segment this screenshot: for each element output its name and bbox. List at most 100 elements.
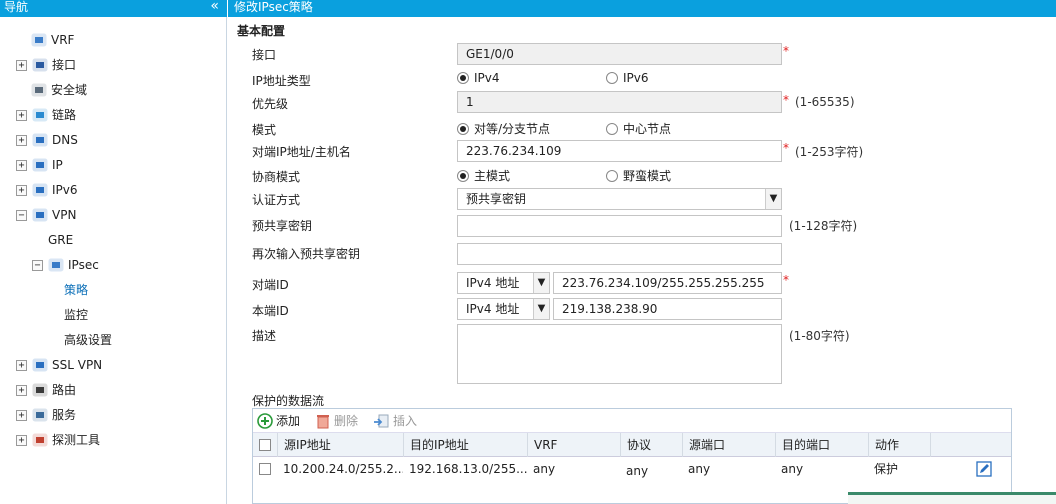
local-id-type-select[interactable]: IPv4 地址 ▼: [457, 298, 550, 320]
column-header[interactable]: 目的IP地址: [403, 433, 527, 457]
sidebar-item-label: 接口: [52, 58, 77, 72]
column-header[interactable]: 动作: [868, 433, 930, 457]
interface-label: 接口: [252, 48, 277, 62]
row-checkbox[interactable]: [253, 457, 277, 481]
local-id-label: 本端ID: [252, 304, 289, 318]
navigation-panel: 导航 « VRF + 接口 安全域 + 链路 + DNS + IP + IPv6− VPN GRE − IPs…: [0, 0, 227, 504]
sidebar-item-label: 链路: [52, 108, 77, 122]
sidebar-item-3[interactable]: + 链路: [16, 104, 76, 126]
radio-icon: [606, 169, 618, 182]
expand-icon[interactable]: +: [16, 59, 27, 71]
expand-icon[interactable]: +: [16, 184, 27, 196]
sidebar-item-8[interactable]: GRE: [48, 229, 73, 251]
required-mark: *: [783, 93, 789, 107]
auth-select[interactable]: 预共享密钥 ▼: [457, 188, 782, 210]
expand-icon[interactable]: +: [16, 434, 27, 446]
auth-label: 认证方式: [252, 193, 301, 207]
psk-input[interactable]: [457, 215, 782, 237]
sidebar-item-6[interactable]: + IPv6: [16, 179, 78, 201]
collapse-icon[interactable]: «: [210, 0, 219, 14]
sidebar-item-9[interactable]: − IPsec: [32, 254, 99, 276]
ipv4-radio[interactable]: IPv4: [457, 71, 500, 85]
aggressive-mode-radio-label: 野蛮模式: [623, 169, 672, 183]
expand-icon[interactable]: +: [16, 409, 27, 421]
page-title: 修改IPsec策略: [228, 0, 1056, 17]
trash-icon: [317, 414, 329, 428]
protected-flows-table: 添加 删除 插入 源IP地址 目的IP地址 VRF 协议 源端口 目的端口 动作…: [252, 408, 1012, 504]
add-button[interactable]: 添加: [257, 412, 300, 429]
chevron-down-icon[interactable]: ▼: [533, 299, 549, 319]
peer-address-hint: (1-253字符): [795, 145, 864, 159]
collapse-node-icon[interactable]: −: [16, 209, 27, 221]
collapse-node-icon[interactable]: −: [32, 259, 43, 271]
column-header[interactable]: 目的端口: [775, 433, 868, 457]
dns-icon: [32, 132, 49, 148]
expand-icon[interactable]: +: [16, 159, 27, 171]
column-header[interactable]: 协议: [620, 433, 682, 457]
sidebar-item-11[interactable]: 监控: [64, 304, 88, 326]
vpn-icon: [32, 207, 49, 223]
peer-id-type-select[interactable]: IPv4 地址 ▼: [457, 272, 550, 294]
checkbox-icon: [259, 463, 271, 475]
add-button-label: 添加: [276, 414, 301, 428]
expand-icon[interactable]: +: [16, 359, 27, 371]
description-textarea[interactable]: [457, 324, 782, 384]
local-id-input[interactable]: 219.138.238.90: [553, 298, 782, 320]
column-header[interactable]: VRF: [527, 433, 620, 457]
sidebar-item-15[interactable]: + 服务: [16, 404, 76, 426]
insert-button[interactable]: 插入: [373, 412, 417, 429]
column-header[interactable]: 源IP地址: [277, 433, 403, 457]
expand-icon[interactable]: +: [16, 109, 27, 121]
column-header[interactable]: 源端口: [682, 433, 775, 457]
nav-header: 导航 «: [0, 0, 227, 17]
sidebar-item-7[interactable]: − VPN: [16, 204, 76, 226]
insert-button-label: 插入: [393, 414, 418, 428]
ipv6-radio[interactable]: IPv6: [606, 71, 649, 85]
peer-id-label: 对端ID: [252, 278, 289, 292]
sidebar-item-13[interactable]: + SSL VPN: [16, 354, 102, 376]
auth-select-value: 预共享密钥: [466, 192, 527, 206]
description-hint: (1-80字符): [789, 329, 850, 343]
sidebar-item-label: VPN: [52, 208, 77, 222]
peer-id-input[interactable]: 223.76.234.109/255.255.255.255: [553, 272, 782, 294]
sidebar-item-label: DNS: [52, 133, 78, 147]
required-mark: *: [783, 44, 789, 58]
peer-branch-radio-label: 对等/分支节点: [474, 122, 551, 136]
center-node-radio[interactable]: 中心节点: [606, 120, 671, 137]
sidebar-item-12[interactable]: 高级设置: [64, 329, 112, 351]
sidebar-item-2[interactable]: 安全域: [31, 79, 87, 101]
sidebar-item-label: IPv6: [52, 183, 78, 197]
main-mode-radio-label: 主模式: [474, 169, 511, 183]
required-mark: *: [783, 273, 789, 287]
select-all-checkbox[interactable]: [253, 433, 277, 457]
sidebar-item-label: SSL VPN: [52, 358, 103, 372]
sidebar-item-1[interactable]: + 接口: [16, 54, 76, 76]
aggressive-mode-radio[interactable]: 野蛮模式: [606, 167, 671, 184]
edit-button[interactable]: [970, 457, 1000, 481]
chevron-down-icon[interactable]: ▼: [765, 189, 781, 209]
table-cell: any: [688, 462, 711, 476]
chevron-down-icon[interactable]: ▼: [533, 273, 549, 293]
sidebar-item-14[interactable]: + 路由: [16, 379, 76, 401]
main-mode-radio[interactable]: 主模式: [457, 167, 510, 184]
peer-address-input[interactable]: 223.76.234.109: [457, 140, 782, 162]
peer-branch-radio[interactable]: 对等/分支节点: [457, 120, 550, 137]
ipv6-icon: [32, 182, 49, 198]
delete-button-label: 删除: [334, 414, 359, 428]
radio-icon: [606, 122, 618, 135]
sidebar-item-16[interactable]: + 探测工具: [16, 429, 100, 451]
sidebar-item-5[interactable]: + IP: [16, 154, 63, 176]
vrf-icon: [31, 32, 48, 48]
expand-icon[interactable]: +: [16, 384, 27, 396]
interface-field: GE1/0/0: [457, 43, 782, 65]
peer-id-type-value: IPv4 地址: [466, 276, 520, 290]
psk-confirm-input[interactable]: [457, 243, 782, 265]
table-cell: 保护: [874, 462, 899, 476]
sidebar-item-10[interactable]: 策略: [64, 279, 88, 301]
sslvpn-icon: [32, 357, 49, 373]
sidebar-item-4[interactable]: + DNS: [16, 129, 78, 151]
priority-hint: (1-65535): [795, 95, 855, 109]
delete-button[interactable]: 删除: [316, 412, 358, 429]
expand-icon[interactable]: +: [16, 134, 27, 146]
sidebar-item-0[interactable]: VRF: [31, 29, 74, 51]
